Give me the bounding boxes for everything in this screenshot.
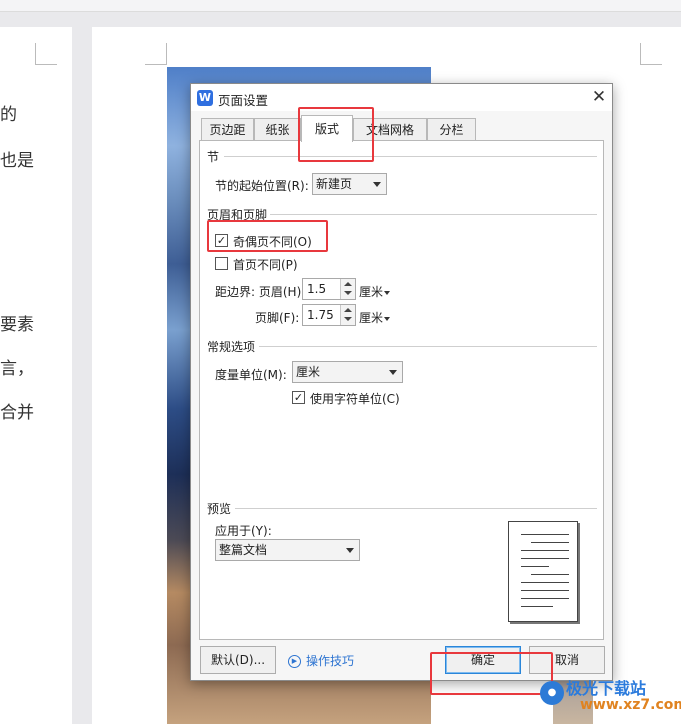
header-distance-label: 距边界: 页眉(H): (215, 285, 306, 299)
footer-unit-dropdown[interactable]: 厘米 (359, 309, 391, 326)
spinner-buttons[interactable] (340, 279, 355, 299)
section-heading: 节 (207, 150, 220, 164)
dialog-titlebar: W 页面设置 ✕ (191, 84, 612, 111)
divider (259, 346, 597, 347)
dialog-title: 页面设置 (218, 93, 269, 108)
header-distance-spinner[interactable]: 1.5 (302, 278, 356, 300)
watermark: ● 极光下载站 www.xz7.com (540, 675, 681, 724)
preview-line (531, 574, 569, 575)
default-button[interactable]: 默认(D)... (200, 646, 276, 674)
preview-line (521, 598, 569, 599)
section-start-value: 新建页 (316, 177, 353, 191)
tab-layout[interactable]: 版式 (301, 115, 353, 142)
footer-distance-value: 1.75 (307, 308, 334, 322)
first-page-label[interactable]: 首页不同(P) (233, 256, 298, 273)
page-setup-dialog: W 页面设置 ✕ 页边距 纸张 版式 文档网格 分栏 节 节的起始位置(R): … (190, 83, 613, 681)
measure-unit-value: 厘米 (296, 365, 321, 379)
close-icon[interactable]: ✕ (589, 87, 609, 107)
brand-logo-icon: ● (540, 681, 564, 705)
apply-to-value: 整篇文档 (219, 543, 268, 557)
measure-unit-select[interactable]: 厘米 (292, 361, 403, 383)
tab-paper[interactable]: 纸张 (254, 118, 301, 141)
document-page-left: 的 也是 要素 言， 合并 (0, 27, 72, 724)
general-options-heading: 常规选项 (207, 340, 256, 354)
watermark-brand: 极光下载站 (566, 679, 647, 698)
first-page-checkbox[interactable] (215, 257, 228, 270)
check-icon: ✓ (293, 391, 304, 404)
highlight-box-ok (430, 652, 553, 695)
section-start-select[interactable]: 新建页 (312, 173, 387, 195)
arrow-up-icon[interactable] (344, 282, 352, 286)
preview-line (521, 606, 553, 607)
header-unit-label: 厘米 (359, 285, 384, 299)
preview-line (521, 566, 549, 567)
play-icon: ▶ (288, 655, 301, 668)
arrow-down-icon[interactable] (344, 317, 352, 321)
preview-line (531, 542, 569, 543)
arrow-down-icon[interactable] (344, 291, 352, 295)
spinner-buttons[interactable] (340, 305, 355, 325)
preview-line (521, 550, 569, 551)
footer-distance-spinner[interactable]: 1.75 (302, 304, 356, 326)
apply-to-select[interactable]: 整篇文档 (215, 539, 360, 561)
section-start-label: 节的起始位置(R): (215, 179, 309, 193)
divider (270, 214, 597, 215)
tab-columns[interactable]: 分栏 (427, 118, 476, 141)
header-unit-dropdown[interactable]: 厘米 (359, 283, 391, 300)
arrow-up-icon[interactable] (344, 308, 352, 312)
doc-text-line: 的 (0, 105, 17, 125)
header-distance-value: 1.5 (307, 282, 327, 296)
doc-text-line: 言， (0, 359, 34, 379)
doc-text-line: 也是 (0, 151, 34, 171)
crop-mark (35, 43, 57, 65)
measure-unit-label: 度量单位(M): (215, 368, 287, 382)
layout-tab-panel: 节 节的起始位置(R): 新建页 页眉和页脚 ✓ 奇偶页不同(O) 首页不同(P… (199, 140, 604, 640)
preview-line (521, 590, 569, 591)
chevron-down-icon (373, 182, 381, 187)
divider (224, 156, 597, 157)
doc-text-line: 要素 (0, 315, 34, 335)
chevron-down-icon (384, 290, 391, 295)
apply-to-label: 应用于(Y): (215, 524, 272, 538)
footer-distance-label: 页脚(F): (255, 311, 300, 325)
preview-line (521, 582, 569, 583)
tab-margins[interactable]: 页边距 (201, 118, 254, 141)
char-unit-checkbox[interactable]: ✓ (292, 391, 305, 404)
char-unit-label[interactable]: 使用字符单位(C) (310, 390, 400, 407)
highlight-box-odd-even (207, 220, 328, 252)
divider (235, 508, 597, 509)
crop-mark (640, 43, 662, 65)
page-preview (508, 521, 578, 622)
footer-unit-label: 厘米 (359, 311, 384, 325)
top-toolbar-strip (0, 0, 681, 12)
tips-label: 操作技巧 (306, 654, 355, 668)
chevron-down-icon (346, 548, 354, 553)
watermark-url: www.xz7.com (580, 697, 681, 713)
crop-mark (145, 43, 167, 65)
preview-heading: 预览 (207, 502, 232, 516)
tips-link[interactable]: ▶ 操作技巧 (288, 652, 354, 669)
doc-text-line: 合并 (0, 403, 34, 423)
preview-line (521, 558, 569, 559)
chevron-down-icon (384, 316, 391, 321)
wps-app-icon: W (197, 90, 213, 106)
preview-line (521, 534, 569, 535)
chevron-down-icon (389, 370, 397, 375)
